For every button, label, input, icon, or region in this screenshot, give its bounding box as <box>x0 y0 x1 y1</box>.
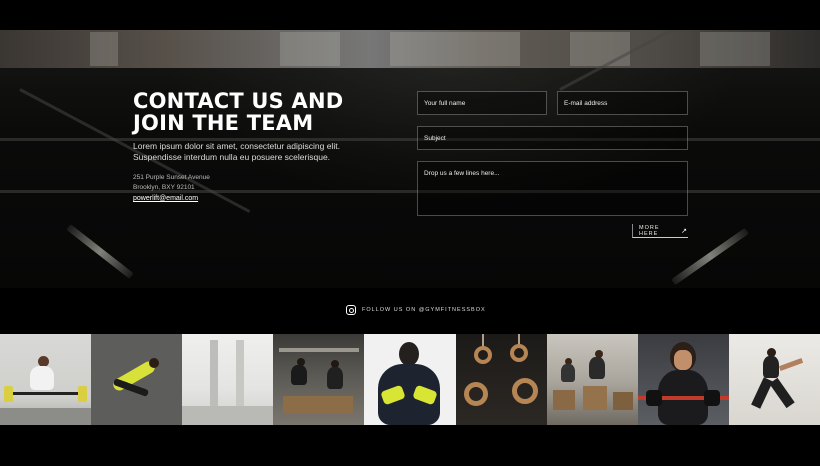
address-line-2: Brooklyn, BXY 92101 <box>133 184 195 191</box>
follow-us-link[interactable]: FOLLOW US ON @GYMFITNESSBOX <box>346 305 486 315</box>
gallery-tile-box-jump-class-photo[interactable] <box>546 334 638 425</box>
gallery-tile-empty-gym-photo[interactable] <box>182 334 274 425</box>
email-field-placeholder: E-mail address <box>564 99 608 107</box>
arrow-up-right-icon: ↗ <box>681 227 688 235</box>
message-field[interactable]: Drop us a few lines here... <box>417 161 688 216</box>
gallery-tile-battle-rope-photo[interactable] <box>637 334 729 425</box>
contact-section <box>0 30 820 288</box>
gallery-tile-runner-photo[interactable] <box>728 334 820 425</box>
gallery-tile-athlete-portrait-photo[interactable] <box>364 334 456 425</box>
subject-field[interactable]: Subject <box>417 126 688 150</box>
top-bar <box>0 0 820 30</box>
gallery-tile-floor-exercise-photo[interactable] <box>91 334 183 425</box>
gallery-tile-gymnastic-rings-photo[interactable] <box>455 334 547 425</box>
gallery-tile-barbell-deadlift-photo[interactable] <box>0 334 92 425</box>
page-title: CONTACT US AND JOIN THE TEAM <box>133 89 344 135</box>
instagram-icon <box>346 305 356 315</box>
message-field-placeholder: Drop us a few lines here... <box>424 170 500 177</box>
subject-field-placeholder: Subject <box>424 134 446 142</box>
gallery-tile-box-jump-group-photo[interactable] <box>273 334 365 425</box>
name-field[interactable]: Your full name <box>417 91 547 115</box>
intro-text: Lorem ipsum dolor sit amet, consectetur … <box>133 141 340 162</box>
instagram-gallery <box>0 334 820 425</box>
more-here-button[interactable]: MORE HERE ↗ <box>632 224 688 238</box>
address-line-1: 251 Purple Sunset Avenue <box>133 174 210 181</box>
gym-background-image <box>0 30 820 68</box>
more-here-label: MORE HERE <box>639 224 660 237</box>
bottom-bar <box>0 425 820 466</box>
background-overlay <box>0 30 820 288</box>
email-link[interactable]: powerlift@email.com <box>133 195 198 202</box>
name-field-placeholder: Your full name <box>424 99 466 107</box>
email-field[interactable]: E-mail address <box>557 91 688 115</box>
follow-us-text: FOLLOW US ON @GYMFITNESSBOX <box>362 307 486 313</box>
